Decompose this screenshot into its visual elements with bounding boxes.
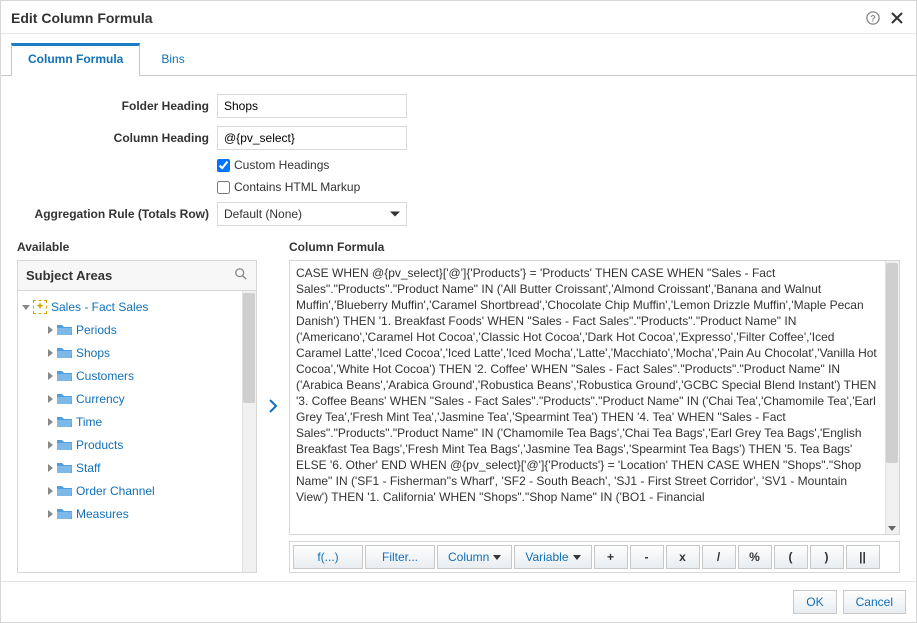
- caret-open-icon: [22, 305, 30, 310]
- folder-icon: [57, 347, 72, 359]
- content: Folder Heading Column Heading Custom Hea…: [1, 76, 916, 581]
- label-subject-areas: Subject Areas: [26, 268, 112, 283]
- caret-right-icon: [48, 464, 53, 472]
- search-icon[interactable]: [234, 267, 248, 284]
- folder-icon: [57, 462, 72, 474]
- folder-icon: [57, 324, 72, 336]
- label-aggregation: Aggregation Rule (Totals Row): [17, 207, 217, 221]
- tree-item[interactable]: Time: [20, 410, 254, 433]
- custom-headings-checkbox[interactable]: [217, 159, 230, 172]
- help-icon[interactable]: ?: [864, 9, 882, 27]
- dialog-title: Edit Column Formula: [11, 10, 858, 26]
- tree-item[interactable]: Products: [20, 433, 254, 456]
- move-right-button[interactable]: [265, 238, 281, 573]
- label-column-formula: Column Formula: [289, 238, 900, 260]
- subject-areas-header: Subject Areas: [17, 260, 257, 291]
- variable-button[interactable]: Variable: [514, 545, 591, 569]
- column-heading-input[interactable]: [217, 126, 407, 150]
- split-layout: Available Subject Areas ✦ Sales - Fact S…: [17, 238, 900, 573]
- folder-icon: [57, 485, 72, 497]
- tree-root[interactable]: ✦ Sales - Fact Sales: [20, 295, 254, 318]
- tab-bins[interactable]: Bins: [144, 43, 201, 76]
- tree-label: Products: [76, 438, 123, 452]
- filter-button[interactable]: Filter...: [365, 545, 435, 569]
- label-folder-heading: Folder Heading: [17, 99, 217, 113]
- plus-button[interactable]: +: [594, 545, 628, 569]
- tree-item[interactable]: Order Channel: [20, 479, 254, 502]
- concat-button[interactable]: ||: [846, 545, 880, 569]
- label-available: Available: [17, 238, 257, 260]
- tree-label: Time: [76, 415, 102, 429]
- tree-label: Currency: [76, 392, 125, 406]
- chevron-down-icon: [390, 212, 400, 217]
- form-rows: Folder Heading Column Heading Custom Hea…: [17, 94, 900, 234]
- svg-text:?: ?: [870, 14, 875, 24]
- caret-right-icon: [48, 326, 53, 334]
- tree-item[interactable]: Currency: [20, 387, 254, 410]
- caret-right-icon: [48, 395, 53, 403]
- folder-icon: [57, 393, 72, 405]
- tree-label: Periods: [76, 323, 117, 337]
- formula-toolbar: f(...) Filter... Column Variable + - x /…: [289, 541, 900, 573]
- label-contains-html: Contains HTML Markup: [234, 180, 360, 194]
- fx-button[interactable]: f(...): [293, 545, 363, 569]
- tree-label: Customers: [76, 369, 134, 383]
- tree-item[interactable]: Shops: [20, 341, 254, 364]
- folder-icon: [57, 416, 72, 428]
- footer: OK Cancel: [1, 581, 916, 622]
- formula-panel: Column Formula CASE WHEN @{pv_select}['@…: [289, 238, 900, 573]
- tab-column-formula[interactable]: Column Formula: [11, 43, 140, 76]
- aggregation-select[interactable]: Default (None): [217, 202, 407, 226]
- available-panel: Available Subject Areas ✦ Sales - Fact S…: [17, 238, 257, 573]
- edit-column-formula-dialog: Edit Column Formula ? Column Formula Bin…: [0, 0, 917, 623]
- label-custom-headings: Custom Headings: [234, 158, 329, 172]
- label-column-heading: Column Heading: [17, 131, 217, 145]
- tree-scrollbar[interactable]: [242, 291, 256, 572]
- tree-label: Sales - Fact Sales: [51, 300, 148, 314]
- chevron-down-icon: [573, 555, 581, 560]
- div-button[interactable]: /: [702, 545, 736, 569]
- folder-heading-input[interactable]: [217, 94, 407, 118]
- caret-right-icon: [48, 441, 53, 449]
- tree-label: Measures: [76, 507, 129, 521]
- column-button[interactable]: Column: [437, 545, 512, 569]
- lparen-button[interactable]: (: [774, 545, 808, 569]
- aggregation-value: Default (None): [224, 207, 302, 221]
- cancel-button[interactable]: Cancel: [843, 590, 906, 614]
- caret-right-icon: [48, 487, 53, 495]
- tree-item[interactable]: Customers: [20, 364, 254, 387]
- minus-button[interactable]: -: [630, 545, 664, 569]
- subject-area-icon: ✦: [33, 300, 47, 314]
- chevron-down-icon: [888, 526, 896, 531]
- formula-scrollbar-thumb[interactable]: [886, 263, 898, 463]
- close-icon[interactable]: [888, 9, 906, 27]
- contains-html-checkbox[interactable]: [217, 181, 230, 194]
- rparen-button[interactable]: ): [810, 545, 844, 569]
- tree-label: Shops: [76, 346, 110, 360]
- formula-scrollbar[interactable]: [885, 261, 899, 534]
- formula-textarea[interactable]: CASE WHEN @{pv_select}['@']{'Products'} …: [290, 261, 899, 534]
- folder-icon: [57, 508, 72, 520]
- subject-tree: ✦ Sales - Fact Sales Periods Shops Custome…: [17, 291, 257, 573]
- tree-label: Staff: [76, 461, 100, 475]
- tree-item[interactable]: Periods: [20, 318, 254, 341]
- caret-right-icon: [48, 510, 53, 518]
- formula-area-wrap: CASE WHEN @{pv_select}['@']{'Products'} …: [289, 260, 900, 535]
- folder-icon: [57, 370, 72, 382]
- tabstrip: Column Formula Bins: [1, 34, 916, 76]
- chevron-down-icon: [493, 555, 501, 560]
- tree-item[interactable]: Measures: [20, 502, 254, 525]
- caret-right-icon: [48, 418, 53, 426]
- titlebar: Edit Column Formula ?: [1, 1, 916, 34]
- caret-right-icon: [48, 372, 53, 380]
- folder-icon: [57, 439, 72, 451]
- tree-item[interactable]: Staff: [20, 456, 254, 479]
- tree-label: Order Channel: [76, 484, 155, 498]
- mult-button[interactable]: x: [666, 545, 700, 569]
- tree-scrollbar-thumb[interactable]: [243, 293, 255, 403]
- caret-right-icon: [48, 349, 53, 357]
- ok-button[interactable]: OK: [793, 590, 836, 614]
- pct-button[interactable]: %: [738, 545, 772, 569]
